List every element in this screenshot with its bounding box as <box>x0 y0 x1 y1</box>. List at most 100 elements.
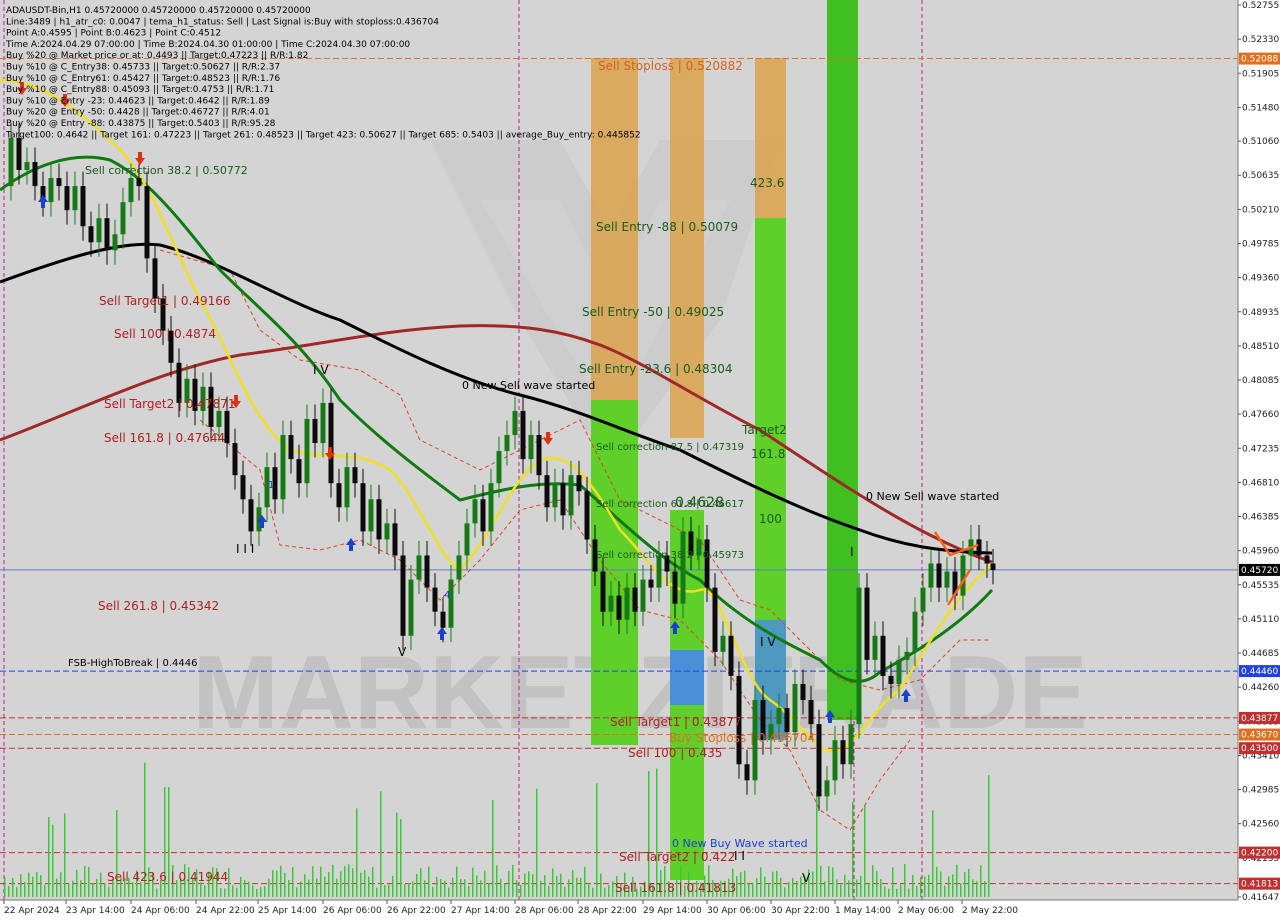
price-tag-label: 0.43670 <box>1241 731 1278 741</box>
volume-bar <box>932 810 934 897</box>
candle-body <box>136 178 142 187</box>
fsb-label: FSB-HighToBreak | 0.4446 <box>68 658 197 669</box>
volume-bar <box>424 880 426 897</box>
sell-423-top-label: Sell 423.6 | 0.41944 <box>107 870 228 884</box>
y-tick-label: 0.48510 <box>1242 342 1279 352</box>
candle-body <box>384 523 390 540</box>
x-tick-label: 30 Apr 22:00 <box>771 906 830 916</box>
candle-body <box>832 740 838 781</box>
fib-100-label: 100 <box>759 512 782 526</box>
sell-target1-top-label: Sell Target1 | 0.49166 <box>99 294 231 308</box>
volume-bar <box>952 874 954 897</box>
candle-body <box>392 523 398 556</box>
volume-bar <box>76 869 78 897</box>
volume-bar <box>412 881 414 897</box>
candle-body <box>776 708 782 725</box>
candle-body <box>216 410 222 427</box>
volume-bar <box>776 870 778 897</box>
volume-bar <box>896 888 898 897</box>
y-tick-label: 0.42560 <box>1242 820 1279 830</box>
volume-bar <box>532 874 534 897</box>
volume-bar <box>744 870 746 897</box>
volume-bar <box>940 871 942 897</box>
candle-body <box>808 700 814 725</box>
volume-bar <box>284 873 286 897</box>
candle-body <box>336 483 342 508</box>
volume-bar <box>848 880 850 897</box>
volume-bar <box>456 866 458 897</box>
blue-mark-4: 4 <box>444 590 450 601</box>
volume-bar <box>408 883 410 897</box>
volume-bar <box>308 879 310 897</box>
volume-bar <box>272 870 274 897</box>
volume-bar <box>500 878 502 897</box>
candle-body <box>456 555 462 580</box>
x-tick-label: 24 Apr 06:00 <box>131 906 190 916</box>
candle-body <box>48 178 54 203</box>
x-tick-label: 25 Apr 14:00 <box>258 906 317 916</box>
sell-entry-23-label: Sell Entry -23.6 | 0.48304 <box>579 362 733 376</box>
candle-body <box>488 483 494 532</box>
info-line: Buy %10 @ C_Entry38: 0.45733 || Target:0… <box>6 63 280 73</box>
candle-body <box>320 402 326 444</box>
volume-bar <box>980 865 982 897</box>
candle-body <box>280 435 286 500</box>
volume-bar <box>964 872 966 897</box>
volume-bar <box>140 882 142 897</box>
x-tick-label: 30 Apr 06:00 <box>707 906 766 916</box>
price-tag-label: 0.42200 <box>1241 849 1278 859</box>
sell-161-bot-label: Sell 161.8 | 0.41813 <box>615 881 736 895</box>
volume-bar <box>600 873 602 897</box>
y-tick-label: 0.45960 <box>1242 547 1279 557</box>
volume-bar <box>656 768 658 897</box>
candle-body <box>912 611 918 652</box>
target2-label: Target2 <box>741 423 787 437</box>
candle-body <box>840 740 846 765</box>
wave-v2-label: V <box>802 871 811 885</box>
volume-bar <box>584 866 586 897</box>
volume-bar <box>752 882 754 897</box>
price-tag-label: 0.52088 <box>1241 55 1278 65</box>
volume-bar <box>332 864 334 897</box>
candle-body <box>528 435 534 460</box>
candle-body <box>480 499 486 532</box>
volume-bar <box>764 876 766 897</box>
volume-bar <box>484 870 486 897</box>
candle-body <box>960 555 966 596</box>
candle-body <box>112 234 118 251</box>
candle-body <box>24 161 30 171</box>
volume-bar <box>756 878 758 897</box>
info-line: Point A:0.4595 | Point B:0.4623 | Point … <box>6 29 221 39</box>
volume-bar <box>540 880 542 897</box>
volume-bar <box>88 866 90 897</box>
volume-bar <box>348 864 350 897</box>
candle-body <box>472 499 478 524</box>
volume-bar <box>904 864 906 897</box>
y-tick-label: 0.50210 <box>1242 205 1279 215</box>
volume-bar <box>104 883 106 897</box>
candle-body <box>120 202 126 235</box>
wave-i-label: I <box>850 545 854 559</box>
candle-body <box>376 499 382 540</box>
volume-bar <box>20 874 22 897</box>
x-tick-label: 23 Apr 14:00 <box>66 906 125 916</box>
volume-bar <box>12 877 14 897</box>
info-line: Line:3489 | h1_atr_c0: 0.0047 | tema_h1_… <box>6 17 439 27</box>
candle-body <box>288 435 294 460</box>
volume-bar <box>304 873 306 897</box>
sell-target2-bot-label: Sell Target2 | 0.422 <box>619 850 735 864</box>
volume-bar <box>516 880 518 897</box>
volume-bar <box>892 867 894 897</box>
candle-body <box>504 435 510 452</box>
volume-bar <box>84 865 86 897</box>
volume-bar <box>312 866 314 897</box>
volume-bar <box>428 866 430 897</box>
volume-bar <box>464 879 466 897</box>
new-sell-wave-label-1: 0 New Sell wave started <box>462 379 595 392</box>
volume-bar <box>828 866 830 897</box>
candle-body <box>552 483 558 508</box>
volume-bar <box>252 885 254 897</box>
chart-window: MARKETZITRADE ADAUSDT-Bin,H1 0.45720000 … <box>0 0 1280 920</box>
volume-bar <box>476 875 478 897</box>
x-tick-label: 24 Apr 22:00 <box>196 906 255 916</box>
